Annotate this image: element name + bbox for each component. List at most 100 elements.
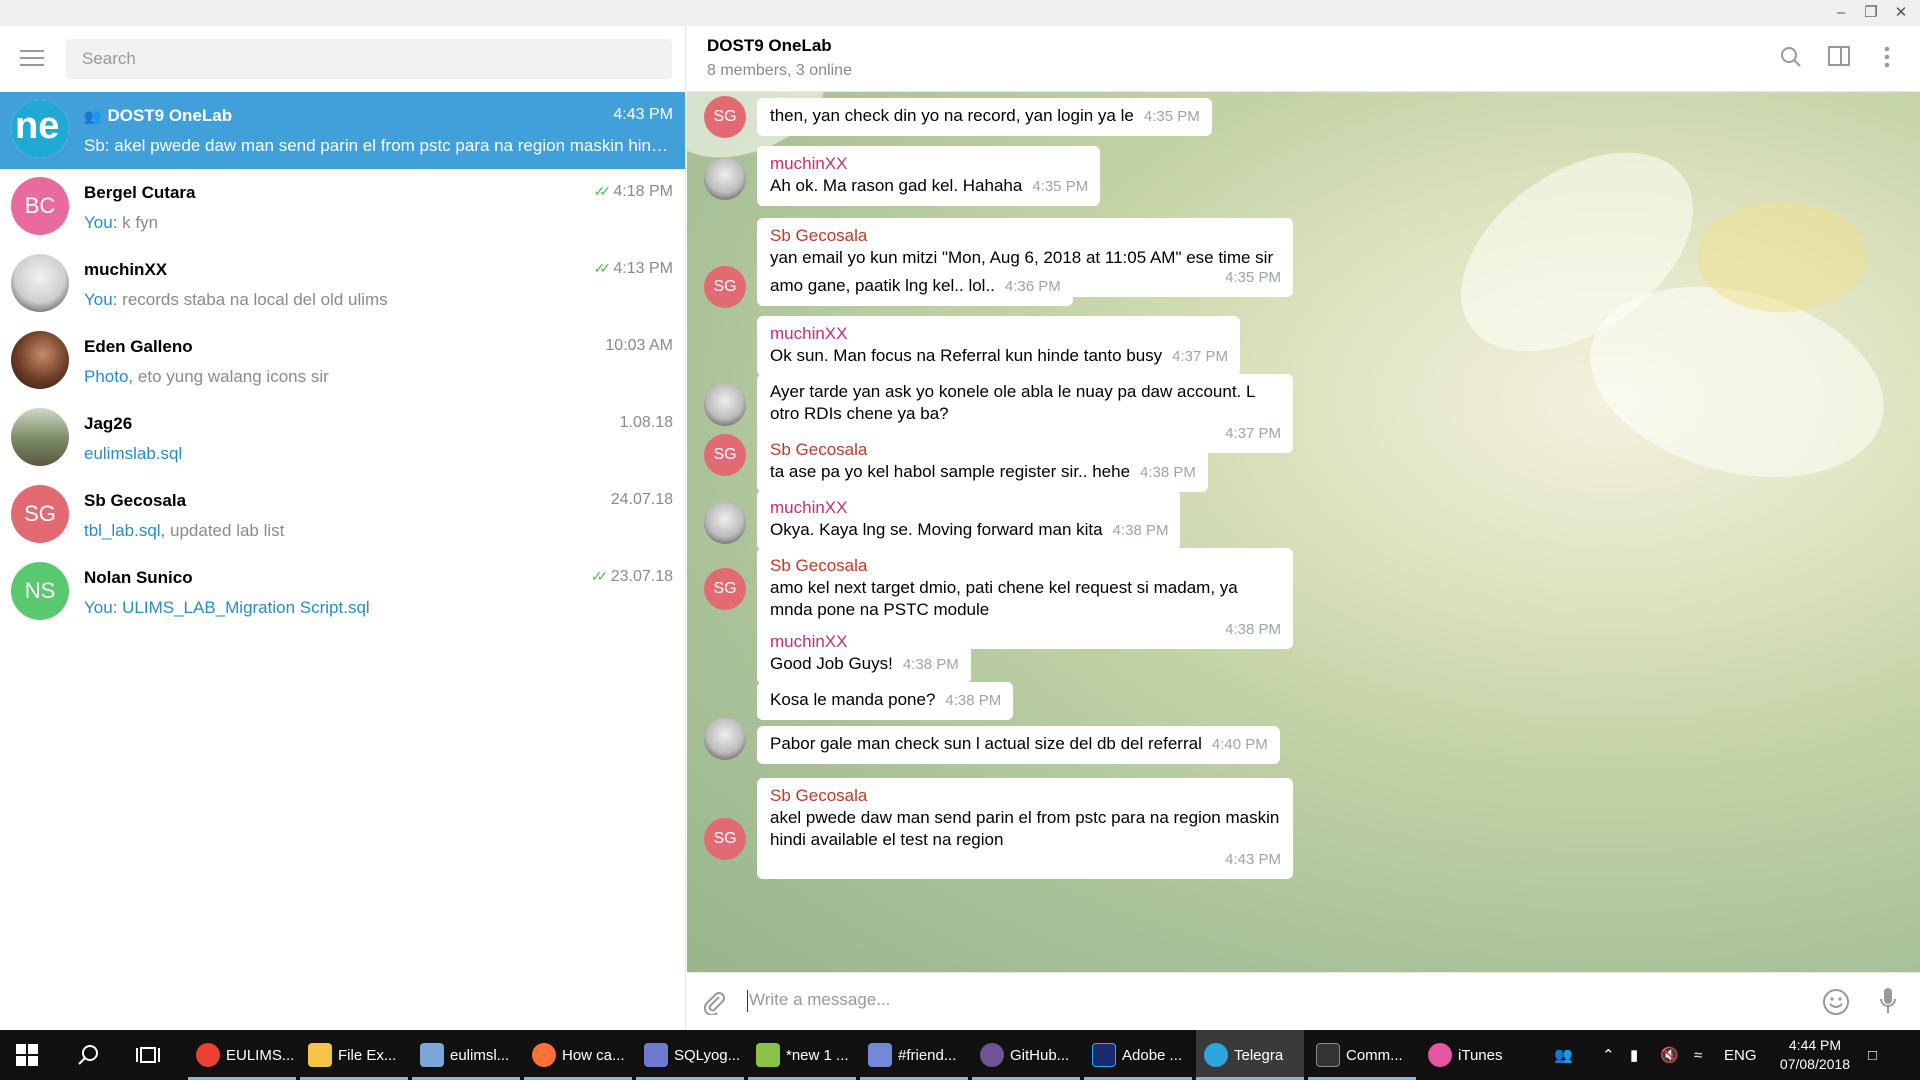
message-bubble[interactable]: Kosa le manda pone? 4:38 PM xyxy=(757,682,1014,720)
taskbar-app-file-explorer[interactable]: File Ex... xyxy=(300,1030,408,1080)
message-time: 4:38 PM xyxy=(1112,522,1169,539)
search-icon[interactable] xyxy=(78,1030,100,1080)
chat-item-dost9-onelab[interactable]: ne 👥 DOST9 OneLab 4:43 PM Sb: akel pwede … xyxy=(0,92,685,169)
minimize-button[interactable]: – xyxy=(1826,2,1856,24)
avatar: BC xyxy=(11,177,69,235)
windows-start-icon[interactable] xyxy=(16,1030,38,1080)
more-options-icon[interactable] xyxy=(1874,46,1900,72)
message-time: 4:36 PM xyxy=(1004,278,1061,295)
photoshop-icon xyxy=(1092,1043,1116,1067)
message-time: 4:38 PM xyxy=(902,656,959,673)
message-bubble[interactable]: Sb Gecosala akel pwede daw man send pari… xyxy=(757,778,1293,879)
close-button[interactable]: ✕ xyxy=(1886,2,1916,24)
taskbar-app-command-prompt[interactable]: Comm... xyxy=(1308,1030,1416,1080)
chat-item-sb-gecosala[interactable]: SG Sb Gecosala 24.07.18 tbl_lab.sql, upd… xyxy=(0,477,685,554)
sidebar-toggle-icon[interactable] xyxy=(1826,46,1852,72)
avatar[interactable]: SG xyxy=(704,568,746,610)
sender-name[interactable]: muchinXX xyxy=(770,323,1228,345)
clock[interactable]: 4:44 PM 07/08/2018 xyxy=(1780,1036,1850,1074)
restore-button[interactable]: ❐ xyxy=(1856,2,1886,24)
taskbar-app-github[interactable]: GitHub... xyxy=(972,1030,1080,1080)
search-icon[interactable] xyxy=(1778,46,1804,72)
message-composer: Write a message... xyxy=(687,972,1920,1030)
avatar[interactable] xyxy=(704,158,746,200)
message-bubble[interactable]: muchinXX Good Job Guys! 4:38 PM xyxy=(757,624,971,684)
avatar[interactable]: SG xyxy=(704,266,746,308)
discord-icon xyxy=(868,1043,892,1067)
avatar xyxy=(11,254,69,312)
search-input[interactable]: Search xyxy=(66,39,672,79)
chevron-up-icon[interactable]: ⌃ xyxy=(1602,1030,1615,1080)
wifi-icon[interactable]: ≈ xyxy=(1694,1030,1702,1080)
battery-icon[interactable]: ▮ xyxy=(1630,1030,1638,1080)
taskbar-app-itunes[interactable]: iTunes xyxy=(1420,1030,1528,1080)
message-text: ta ase pa yo kel habol sample register s… xyxy=(770,462,1131,481)
taskbar: EULIMS... File Ex... eulimsl... How ca..… xyxy=(0,1030,1920,1080)
chat-item-nolan-sunico[interactable]: NS Nolan Sunico ✓✓ 23.07.18 You: ULIMS_L… xyxy=(0,554,685,631)
dolphin-icon xyxy=(644,1043,668,1067)
sender-name[interactable]: Sb Gecosala xyxy=(770,555,1281,577)
sender-name[interactable]: muchinXX xyxy=(770,497,1168,519)
notifications-icon[interactable]: □ xyxy=(1868,1030,1877,1080)
taskbar-app-sqlyog[interactable]: SQLyog... xyxy=(636,1030,744,1080)
chat-item-muchinxx[interactable]: muchinXX ✓✓ 4:13 PM You: records staba n… xyxy=(0,246,685,323)
message-bubble[interactable]: Pabor gale man check sun l actual size d… xyxy=(757,726,1280,764)
taskbar-app-eulimsl[interactable]: eulimsl... xyxy=(412,1030,520,1080)
message-bubble[interactable]: muchinXX Ok sun. Man focus na Referral k… xyxy=(757,316,1241,376)
message-bubble[interactable]: muchinXX Okya. Kaya lng se. Moving forwa… xyxy=(757,490,1181,550)
taskbar-app-discord[interactable]: #friend... xyxy=(860,1030,968,1080)
message-bubble[interactable]: muchinXX Ah ok. Ma rason gad kel. Hahaha… xyxy=(757,146,1101,206)
taskbar-app-notepadpp[interactable]: *new 1 ... xyxy=(748,1030,856,1080)
taskbar-app-photoshop[interactable]: Adobe ... xyxy=(1084,1030,1192,1080)
taskbar-app-firefox[interactable]: How ca... xyxy=(524,1030,632,1080)
chat-name: Sb Gecosala xyxy=(84,491,187,510)
sender-name[interactable]: Sb Gecosala xyxy=(770,785,1281,807)
avatar[interactable] xyxy=(704,384,746,426)
message-area[interactable]: SG then, yan check din yo na record, yan… xyxy=(687,92,1920,972)
message-bubble[interactable]: Sb Gecosala ta ase pa yo kel habol sampl… xyxy=(757,432,1208,492)
chat-time: ✓✓ 4:18 PM xyxy=(593,183,673,200)
chat-item-jag26[interactable]: Jag26 1.08.18 eulimslab.sql xyxy=(0,400,685,477)
conversation-header: DOST9 OneLab 8 members, 3 online xyxy=(687,26,1920,92)
sender-name[interactable]: muchinXX xyxy=(770,631,959,653)
menu-icon[interactable] xyxy=(20,50,44,68)
sender-name[interactable]: muchinXX xyxy=(770,153,1088,175)
people-icon[interactable]: 👥 xyxy=(1554,1030,1573,1080)
chat-preview: You: records staba na local del old ulim… xyxy=(84,290,388,309)
message-bubble[interactable]: then, yan check din yo na record, yan lo… xyxy=(757,98,1212,136)
avatar xyxy=(11,331,69,389)
avatar: SG xyxy=(11,485,69,543)
avatar[interactable] xyxy=(704,718,746,760)
avatar[interactable]: SG xyxy=(704,96,746,138)
avatar[interactable] xyxy=(704,502,746,544)
language-indicator[interactable]: ENG xyxy=(1724,1030,1757,1080)
emoji-icon[interactable] xyxy=(1822,988,1850,1021)
chat-time: 4:43 PM xyxy=(613,106,673,123)
sender-name[interactable]: Sb Gecosala xyxy=(770,225,1281,247)
telegram-icon xyxy=(1204,1043,1228,1067)
chat-time: ✓✓ 4:13 PM xyxy=(593,260,673,277)
chat-list-pane: Search ne 👥 DOST9 OneLab 4:43 PM Sb: akel… xyxy=(0,26,686,1030)
firefox-icon xyxy=(532,1043,556,1067)
task-view-icon[interactable] xyxy=(136,1030,160,1080)
conversation-title[interactable]: DOST9 OneLab xyxy=(707,36,832,56)
message-input[interactable]: Write a message... xyxy=(749,990,890,1010)
chat-item-bergel-cutara[interactable]: BC Bergel Cutara ✓✓ 4:18 PM You: k fyn xyxy=(0,169,685,246)
chrome-icon xyxy=(196,1043,220,1067)
avatar[interactable]: SG xyxy=(704,434,746,476)
clock-time: 4:44 PM xyxy=(1788,1037,1842,1053)
chat-preview: Photo, eto yung walang icons sir xyxy=(84,367,329,386)
taskbar-app-chrome[interactable]: EULIMS... xyxy=(188,1030,296,1080)
message-text: Kosa le manda pone? xyxy=(770,690,936,709)
message-bubble[interactable]: amo gane, paatik lng kel.. lol.. 4:36 PM xyxy=(757,268,1073,306)
volume-muted-icon[interactable]: 🔇 xyxy=(1660,1030,1679,1080)
avatar[interactable]: SG xyxy=(704,818,746,860)
taskbar-app-telegram[interactable]: Telegra xyxy=(1196,1030,1304,1080)
sender-name[interactable]: Sb Gecosala xyxy=(770,439,1196,461)
chat-time: ✓✓ 23.07.18 xyxy=(590,568,673,585)
paperclip-icon[interactable] xyxy=(701,989,727,1020)
message-time: 4:35 PM xyxy=(1032,178,1089,195)
chat-name: Nolan Sunico xyxy=(84,568,193,587)
microphone-icon[interactable] xyxy=(1878,986,1898,1021)
chat-item-eden-galleno[interactable]: Eden Galleno 10:03 AM Photo, eto yung wa… xyxy=(0,323,685,400)
